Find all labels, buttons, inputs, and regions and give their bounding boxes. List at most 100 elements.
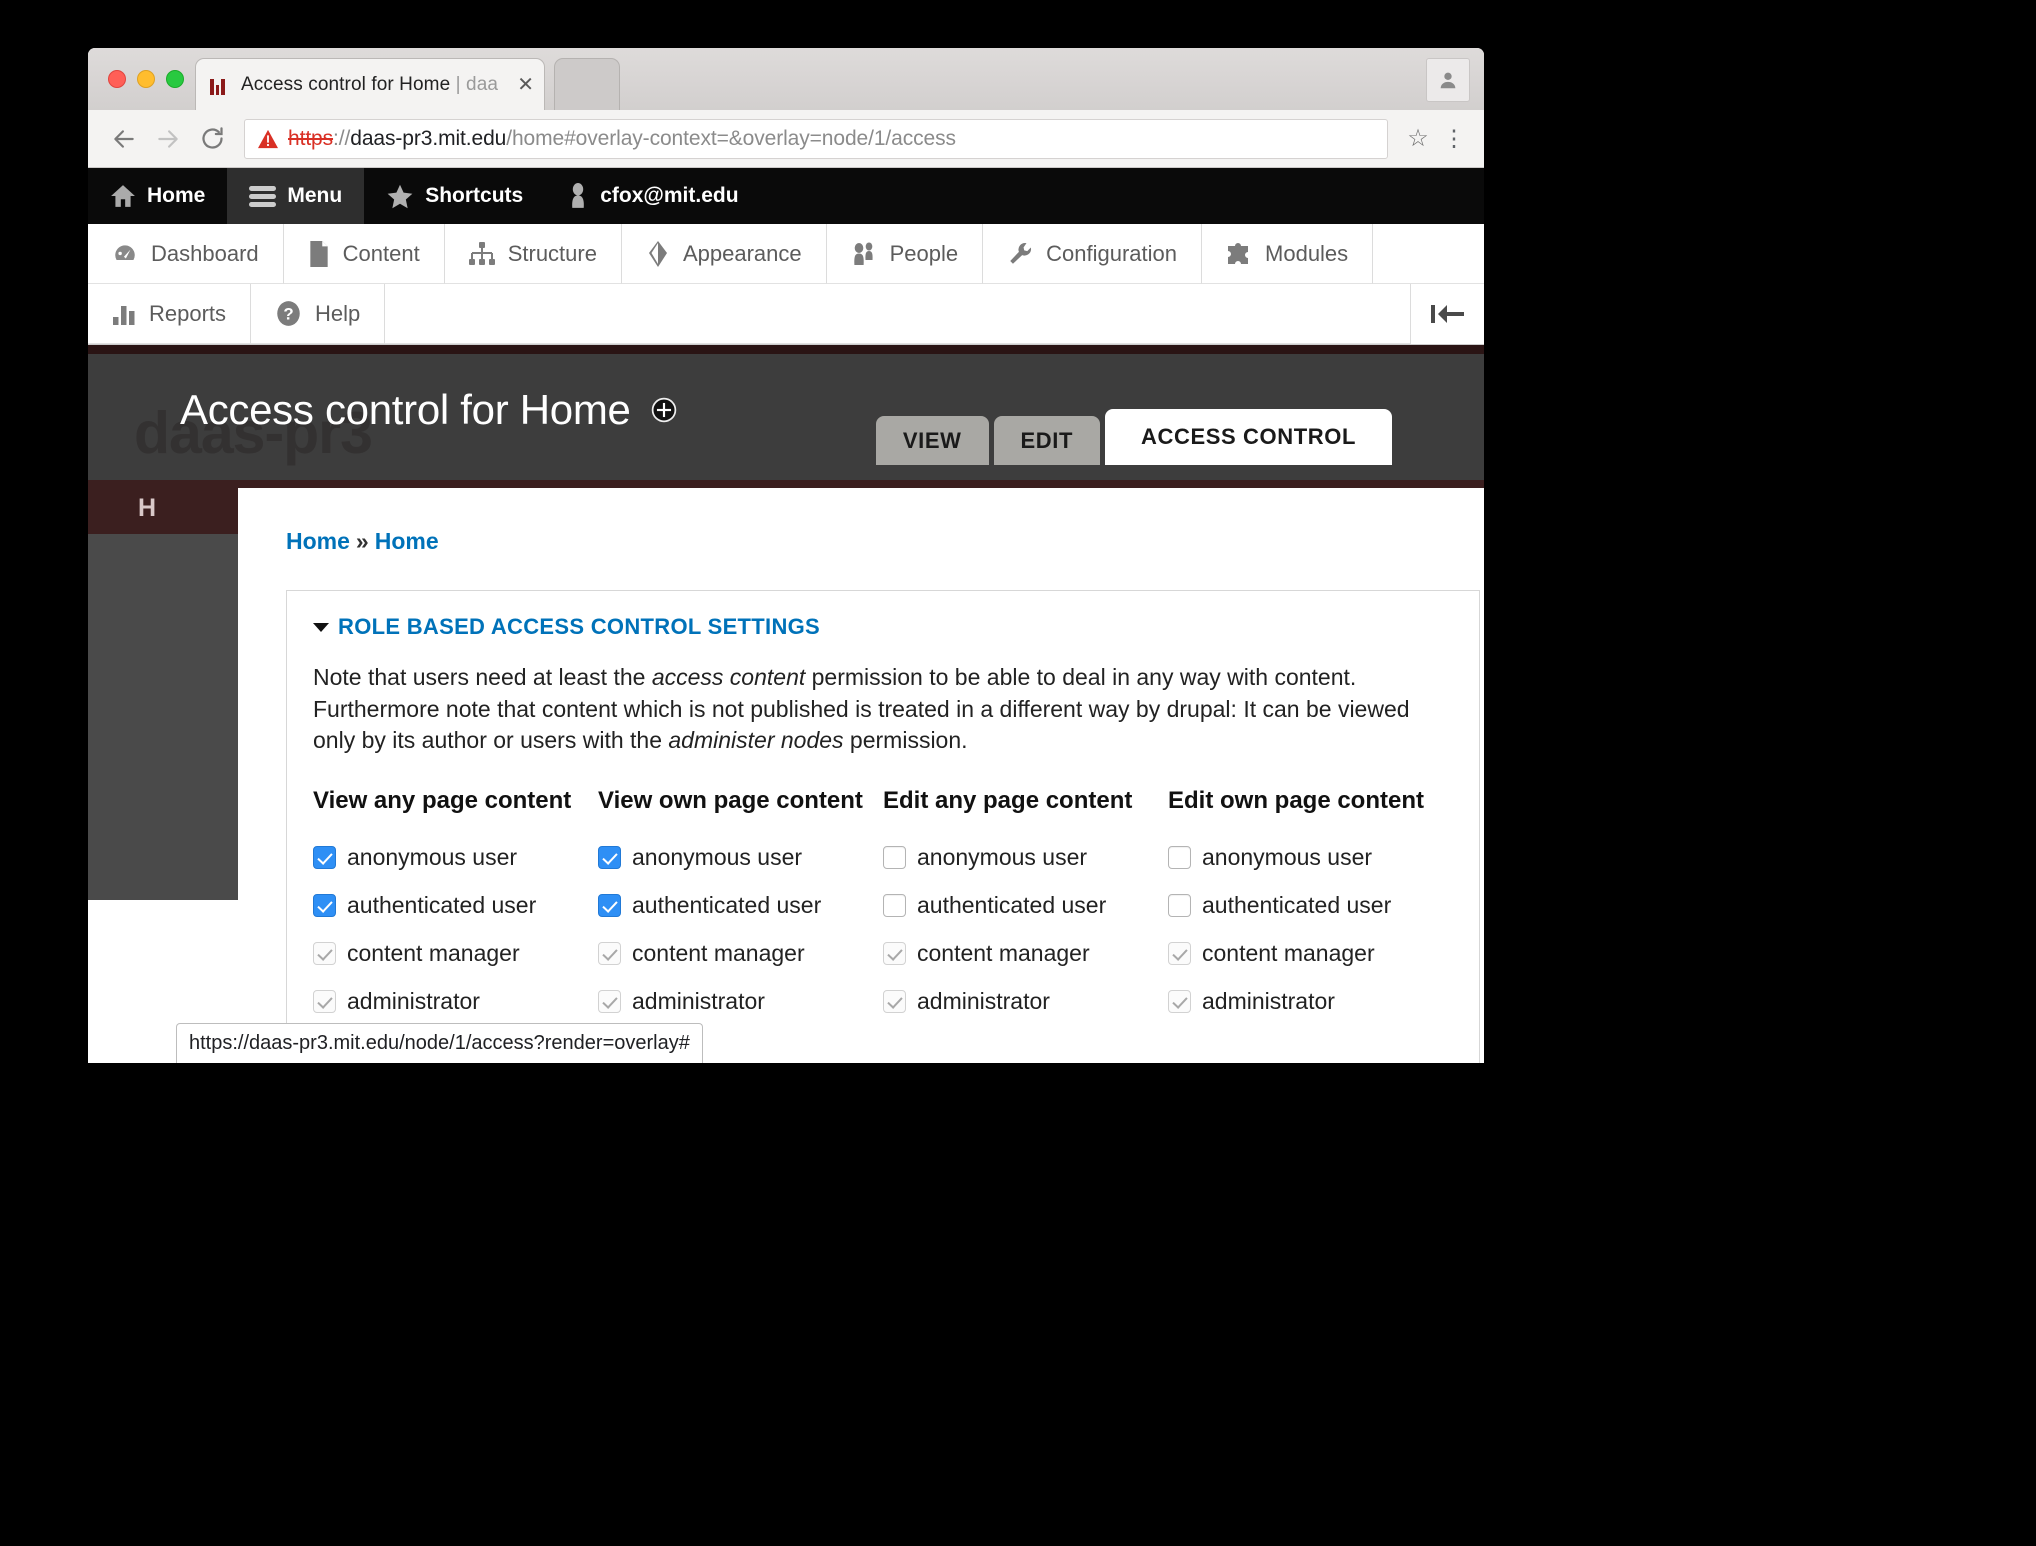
admin-menu-item-dashboard[interactable]: Dashboard [88, 224, 284, 284]
admin-menu-item-people-label: People [889, 240, 959, 266]
breadcrumb-item-home-2[interactable]: Home [375, 528, 439, 554]
toolbar-item-home[interactable]: Home [88, 168, 227, 224]
permission-option[interactable]: anonymous user [1168, 834, 1453, 882]
admin-menu-item-reports[interactable]: Reports [88, 284, 252, 344]
permission-option[interactable]: authenticated user [1168, 882, 1453, 930]
browser-tab-active[interactable]: Access control for Home | daa ✕ [195, 58, 545, 110]
admin-menu-item-configuration-label: Configuration [1046, 240, 1178, 266]
permission-option-label: administrator [347, 988, 480, 1014]
admin-menu-item-structure[interactable]: Structure [444, 224, 622, 284]
permission-option[interactable]: authenticated user [883, 882, 1168, 930]
checkbox-disabled [1168, 990, 1191, 1013]
site-navigation-first-item: H [138, 494, 157, 522]
url-scheme: https [288, 126, 334, 150]
permission-option-label: content manager [1202, 940, 1375, 966]
hamburger-icon [249, 184, 277, 208]
tab-view[interactable]: VIEW [875, 416, 989, 465]
permission-option-label: content manager [917, 940, 1090, 966]
checkbox[interactable] [598, 846, 621, 869]
rbac-fieldset-legend-label: ROLE BASED ACCESS CONTROL SETTINGS [338, 614, 821, 639]
admin-menu-item-people[interactable]: People [826, 224, 984, 284]
admin-menu-item-modules[interactable]: Modules [1202, 224, 1374, 284]
permission-option-label: administrator [1202, 988, 1335, 1014]
admin-menu-item-dashboard-label: Dashboard [151, 240, 259, 266]
rbac-fieldset: ROLE BASED ACCESS CONTROL SETTINGS Note … [286, 590, 1480, 1063]
permission-option: content manager [1168, 930, 1453, 978]
reload-button[interactable] [190, 117, 234, 161]
toolbar-item-user[interactable]: cfox@mit.edu [545, 168, 760, 224]
admin-menu-item-appearance[interactable]: Appearance [621, 224, 827, 284]
toolbar-item-menu-label: Menu [287, 184, 343, 207]
admin-menu-item-reports-label: Reports [149, 300, 227, 326]
browser-menu-icon[interactable]: ⋮ [1438, 127, 1470, 150]
url-bar[interactable]: https://daas-pr3.mit.edu/home#overlay-co… [244, 118, 1388, 159]
permission-option: content manager [883, 930, 1168, 978]
permission-option: administrator [883, 978, 1168, 1026]
plus-circle-icon[interactable] [651, 397, 677, 423]
permission-option[interactable]: anonymous user [598, 834, 883, 882]
admin-menu-item-content[interactable]: Content [283, 224, 445, 284]
permission-option-label: anonymous user [632, 844, 803, 870]
checkbox[interactable] [313, 894, 336, 917]
gauge-icon [112, 241, 138, 267]
window-minimize-button[interactable] [137, 70, 155, 88]
permission-option-label: content manager [632, 940, 805, 966]
rbac-description-part1: Note that users need at least the [313, 664, 652, 690]
window-maximize-button[interactable] [166, 70, 184, 88]
url-path: /home#overlay-context=&overlay=node/1/ac… [506, 126, 956, 150]
window-close-button[interactable] [108, 70, 126, 88]
toolbar-item-menu[interactable]: Menu [227, 168, 365, 224]
permission-option-label: anonymous user [1202, 844, 1373, 870]
forward-button[interactable] [146, 117, 190, 161]
permission-option[interactable]: anonymous user [313, 834, 598, 882]
checkbox[interactable] [883, 894, 906, 917]
permission-option-label: authenticated user [347, 892, 537, 918]
browser-tab-title-suffix: | daa [450, 73, 499, 95]
breadcrumb-item-home-1[interactable]: Home [286, 528, 350, 554]
permission-option[interactable]: authenticated user [313, 882, 598, 930]
toolbar-item-shortcuts[interactable]: Shortcuts [364, 168, 545, 224]
admin-menu-item-appearance-label: Appearance [682, 240, 802, 266]
permission-column-edit-any: Edit any page content anonymous user aut… [883, 787, 1168, 1026]
arrow-right-icon [158, 129, 178, 148]
drupal-toolbar: Home Menu Shortcuts cfox@mit.edu [88, 168, 1484, 224]
permission-option[interactable]: anonymous user [883, 834, 1168, 882]
permission-option: administrator [598, 978, 883, 1026]
permission-column-title: View own page content [598, 786, 863, 814]
checkbox[interactable] [1168, 846, 1191, 869]
bookmark-star-icon[interactable]: ☆ [1398, 124, 1438, 153]
puzzle-icon [1226, 242, 1252, 266]
checkbox[interactable] [313, 846, 336, 869]
permission-grid-row-1: View any page content anonymous user aut… [313, 787, 1453, 1026]
rbac-fieldset-legend[interactable]: ROLE BASED ACCESS CONTROL SETTINGS [313, 614, 1453, 640]
browser-profile-button[interactable] [1426, 58, 1470, 102]
admin-menu-collapse-button[interactable] [1410, 284, 1484, 344]
admin-menu-item-configuration[interactable]: Configuration [983, 224, 1203, 284]
checkbox-disabled [313, 990, 336, 1013]
star-icon [386, 183, 414, 210]
checkbox[interactable] [883, 846, 906, 869]
sitemap-icon [468, 241, 495, 266]
permission-option[interactable]: authenticated user [598, 882, 883, 930]
tab-close-icon[interactable]: ✕ [517, 75, 534, 95]
permission-column-title: Edit own page content [1168, 786, 1424, 814]
permission-option: content manager [313, 930, 598, 978]
url-host: daas-pr3.mit.edu [350, 126, 507, 150]
permission-option-label: authenticated user [917, 892, 1107, 918]
checkbox[interactable] [598, 894, 621, 917]
admin-menu-item-help[interactable]: ? Help [251, 284, 386, 344]
people-icon [851, 241, 877, 267]
overlay-titlebar: Access control for Home VIEW EDIT ACCESS… [88, 354, 1484, 465]
back-button[interactable] [102, 117, 146, 161]
browser-new-tab-button[interactable] [554, 58, 620, 110]
mit-logo-favicon [210, 75, 230, 95]
checkbox[interactable] [1168, 894, 1191, 917]
toolbar-item-shortcuts-label: Shortcuts [425, 184, 524, 207]
tab-access-control[interactable]: ACCESS CONTROL [1105, 409, 1392, 465]
overlay-content: Home» Home ROLE BASED ACCESS CONTROL SETT… [238, 488, 1484, 1063]
rbac-description-emphasis-2: administer nodes [668, 727, 844, 753]
admin-menu-item-help-label: Help [315, 300, 361, 326]
document-icon [308, 240, 330, 267]
tab-edit[interactable]: EDIT [993, 416, 1101, 465]
permission-option-label: authenticated user [1202, 892, 1392, 918]
